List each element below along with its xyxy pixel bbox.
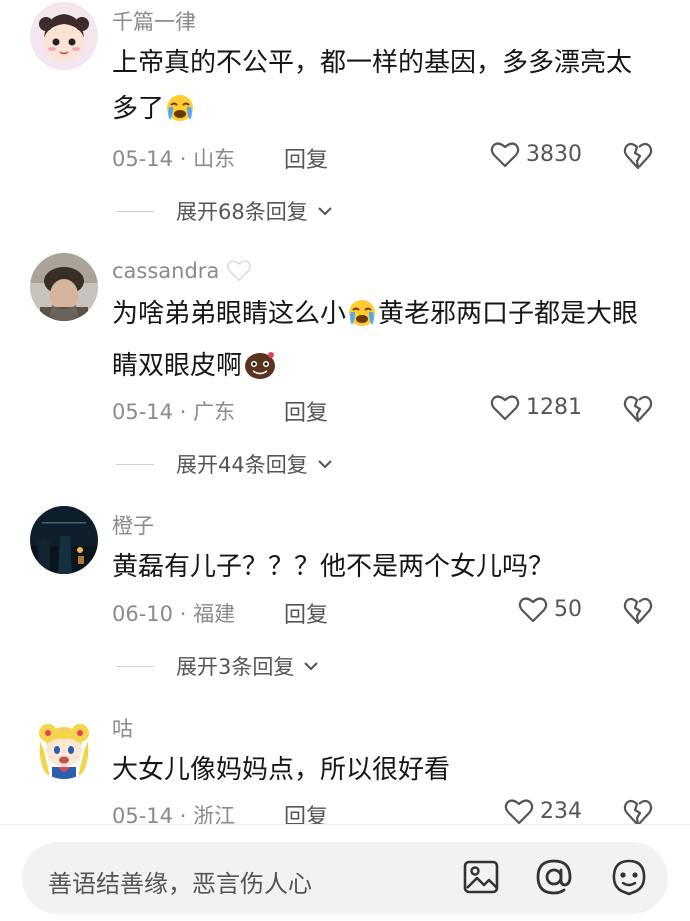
image-icon[interactable] (462, 858, 500, 896)
emoji-icon[interactable] (610, 858, 648, 896)
comment-input-placeholder: 善语结善缘，恶言伤人心 (48, 870, 312, 898)
like-count: 50 (554, 596, 582, 622)
white-heart-icon (227, 260, 251, 282)
expand-replies-button[interactable]: 展开3条回复 (112, 651, 319, 681)
chevron-down-icon (304, 662, 319, 671)
like-button[interactable]: 3830 (490, 140, 582, 168)
reply-button[interactable]: 回复 (284, 597, 328, 629)
loudly-crying-face-icon (347, 297, 377, 343)
expand-replies-button[interactable]: 展开44条回复 (112, 449, 332, 479)
comment-meta: 05-14 · 山东 (112, 143, 235, 173)
comment-location: 福建 (193, 602, 236, 626)
at-mention-icon[interactable] (535, 858, 573, 896)
comment-date: 05-14 (112, 147, 174, 171)
like-count: 234 (540, 798, 582, 824)
expand-replies-label: 展开68条回复 (176, 200, 308, 224)
username-text: cassandra (112, 259, 220, 283)
like-button[interactable]: 234 (504, 797, 582, 825)
comment-text-main: 大女儿像妈妈点，所以很好看 (112, 755, 451, 785)
comment-meta: 05-14 · 广东 (112, 396, 235, 426)
comment-date: 06-10 (112, 602, 174, 626)
expand-replies-label: 展开3条回复 (176, 655, 295, 679)
brown-face-emoji-icon (243, 349, 277, 395)
comment-text: 上帝真的不公平，都一样的基因，多多漂亮太多了 (112, 40, 657, 138)
divider-dash (116, 210, 154, 212)
like-button[interactable]: 1281 (490, 393, 582, 421)
divider-dash (116, 463, 154, 465)
loudly-crying-face-icon (165, 92, 195, 138)
comment-date: 05-14 (112, 400, 174, 424)
comment-location: 山东 (193, 147, 236, 171)
username[interactable]: 橙子 (112, 510, 154, 540)
heart-outline-icon (504, 799, 534, 825)
comment-meta: 06-10 · 福建 (112, 598, 235, 628)
reply-button[interactable]: 回复 (284, 395, 328, 427)
expand-replies-label: 展开44条回复 (176, 453, 308, 477)
meta-separator: · (179, 400, 194, 424)
heart-outline-icon (518, 597, 548, 623)
username[interactable]: cassandra (112, 258, 252, 283)
username[interactable]: 千篇一律 (112, 6, 196, 36)
broken-heart-icon[interactable] (623, 595, 653, 625)
comment-location: 广东 (193, 400, 236, 424)
like-button[interactable]: 50 (518, 595, 582, 623)
avatar[interactable] (30, 711, 98, 779)
expand-replies-button[interactable]: 展开68条回复 (112, 196, 332, 226)
divider-dash (116, 665, 154, 667)
avatar[interactable] (30, 2, 98, 70)
like-count: 1281 (526, 394, 582, 420)
heart-outline-icon (490, 142, 520, 168)
reply-button[interactable]: 回复 (284, 142, 328, 174)
comment-text: 大女儿像妈妈点，所以很好看 (112, 747, 657, 793)
broken-heart-icon[interactable] (623, 393, 653, 423)
like-count: 3830 (526, 141, 582, 167)
heart-outline-icon (490, 395, 520, 421)
chevron-down-icon (318, 207, 332, 216)
broken-heart-icon[interactable] (623, 140, 653, 170)
comment-text-main: 黄磊有儿子？？？他不是两个女儿吗？ (112, 552, 555, 582)
avatar[interactable] (30, 506, 98, 574)
comment-text: 黄磊有儿子？？？他不是两个女儿吗？ (112, 544, 657, 590)
avatar[interactable] (30, 253, 98, 321)
username[interactable]: 咕 (112, 713, 133, 743)
meta-separator: · (179, 147, 194, 171)
comment-text-main: 为啥弟弟眼睛这么小 (112, 299, 347, 329)
meta-separator: · (179, 602, 194, 626)
chevron-down-icon (318, 460, 332, 469)
comment-text: 为啥弟弟眼睛这么小 黄老邪两口子都是大眼睛双眼皮啊 (112, 291, 657, 395)
comment-composer-bar: 善语结善缘，恶言伤人心 (0, 824, 690, 921)
broken-heart-icon[interactable] (623, 797, 653, 827)
